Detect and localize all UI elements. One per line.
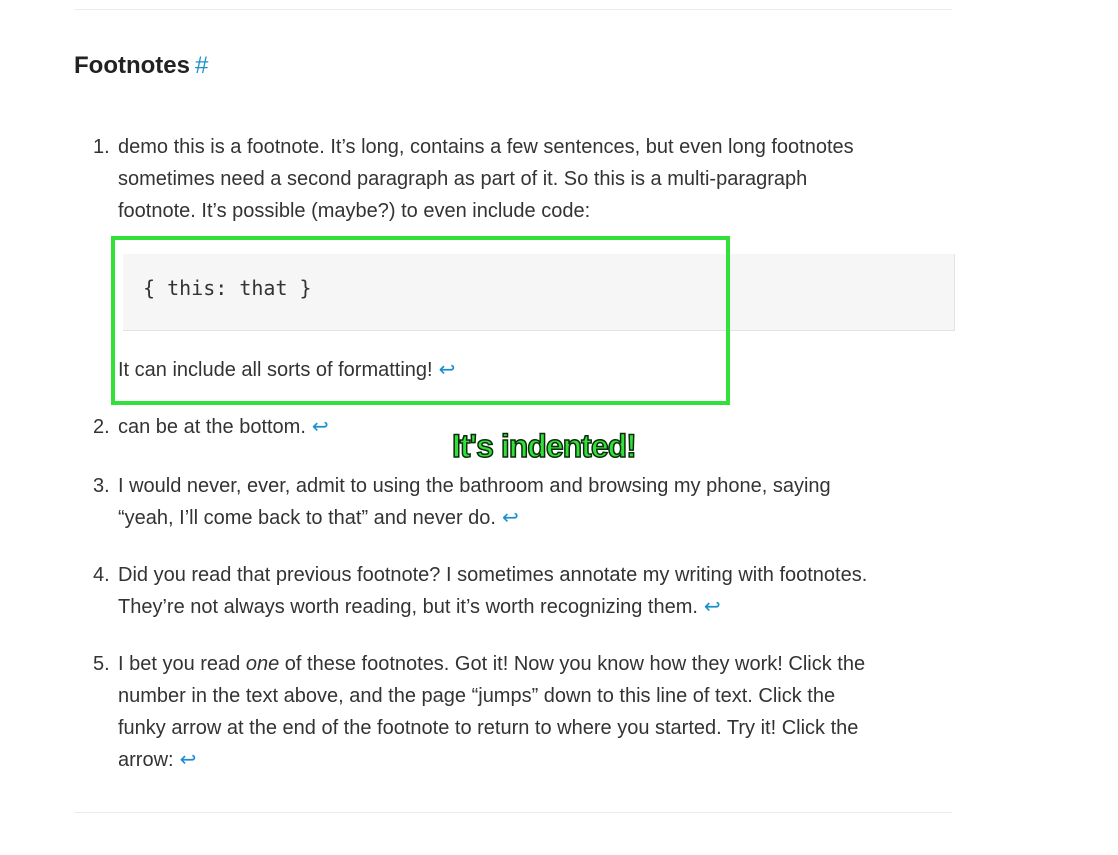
footnote-item-4: 4. Did you read that previous footnote? …	[93, 559, 923, 623]
return-arrow-icon[interactable]: ↩	[704, 591, 721, 623]
footnote-item-5: 5. I bet you read one of these footnotes…	[93, 648, 923, 776]
footnote-line: sometimes need a second paragraph as par…	[118, 168, 808, 190]
footnote-line-text: can be at the bottom.	[118, 416, 306, 438]
footnote-line-text: I bet you read	[118, 653, 246, 675]
heading-text: Footnotes	[74, 52, 190, 79]
annotation-label: It's indented!	[451, 427, 637, 465]
footnote-line-text: They’re not always worth reading, but it…	[118, 596, 698, 618]
footnote-line-text: arrow:	[118, 749, 174, 771]
footnote-line-text: “yeah, I’ll come back to that” and never…	[118, 507, 496, 529]
footnote-line: arrow: ↩	[118, 744, 923, 776]
footnote-item-3: 3. I would never, ever, admit to using t…	[93, 470, 923, 534]
footnote-line-text: of these footnotes. Got it! Now you know…	[279, 653, 866, 675]
footnote-line: I bet you read one of these footnotes. G…	[118, 648, 923, 680]
footnote-number: 2.	[93, 416, 110, 438]
footnotes-heading: Footnotes #	[74, 50, 208, 82]
heading-anchor-link[interactable]: #	[195, 52, 208, 79]
return-arrow-icon[interactable]: ↩	[502, 502, 519, 534]
footnote-number: 4.	[93, 564, 110, 586]
footnote-text: Did you read that previous footnote? I s…	[118, 559, 923, 623]
emphasis-text: one	[245, 653, 280, 675]
footnote-number: 1.	[93, 136, 110, 158]
footnote-item-1: 1. demo this is a footnote. It’s long, c…	[93, 131, 923, 227]
footnote-text: I bet you read one of these footnotes. G…	[118, 648, 923, 776]
footnote-line: footnote. It’s possible (maybe?) to even…	[118, 200, 591, 222]
footnote-line: They’re not always worth reading, but it…	[118, 591, 923, 623]
footnote-line: number in the text above, and the page “…	[118, 685, 836, 707]
footnote-line: I would never, ever, admit to using the …	[118, 475, 831, 497]
return-arrow-icon[interactable]: ↩	[312, 411, 329, 443]
footnote-number: 3.	[93, 475, 110, 497]
footnote-line: Did you read that previous footnote? I s…	[118, 564, 868, 586]
footnote-number: 5.	[93, 653, 110, 675]
return-arrow-icon[interactable]: ↩	[180, 744, 197, 776]
top-divider	[74, 9, 952, 10]
bottom-divider	[74, 812, 952, 813]
highlight-annotation-box	[111, 236, 730, 405]
footnote-line: “yeah, I’ll come back to that” and never…	[118, 502, 923, 534]
footnote-text: demo this is a footnote. It’s long, cont…	[118, 131, 923, 227]
footnote-line: funky arrow at the end of the footnote t…	[118, 717, 859, 739]
footnote-line: demo this is a footnote. It’s long, cont…	[118, 136, 854, 158]
footnote-text: I would never, ever, admit to using the …	[118, 470, 923, 534]
